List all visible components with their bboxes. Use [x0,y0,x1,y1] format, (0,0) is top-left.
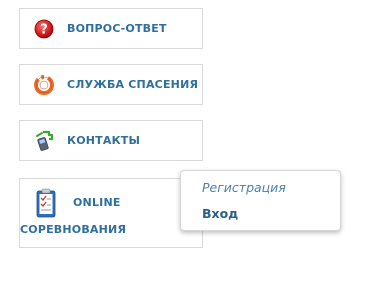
auth-popup: Регистрация Вход [180,170,341,231]
login-link[interactable]: Вход [202,206,238,221]
rescue-service-button[interactable]: СЛУЖБА СПАСЕНИЯ [19,64,203,105]
faq-label: ВОПРОС-ОТВЕТ [67,22,167,35]
lifebuoy-icon [33,74,55,96]
online-competitions-button[interactable]: ONLINE СОРЕВНОВАНИЯ [19,178,203,248]
register-link[interactable]: Регистрация [202,180,286,195]
page: ? ВОПРОС-ОТВЕТ СЛУЖБА СПАСЕНИЯ КОНТАКТЫ … [0,0,391,289]
contacts-label: КОНТАКТЫ [67,134,141,147]
online-label: ONLINE [73,196,121,209]
faq-button[interactable]: ? ВОПРОС-ОТВЕТ [19,8,203,49]
svg-text:?: ? [40,22,48,37]
competitions-label: СОРЕВНОВАНИЯ [20,223,127,236]
contacts-button[interactable]: КОНТАКТЫ [19,120,203,161]
rescue-service-label: СЛУЖБА СПАСЕНИЯ [67,78,199,91]
clipboard-icon [36,188,56,218]
question-icon: ? [33,18,55,40]
phone-icon [33,130,55,152]
